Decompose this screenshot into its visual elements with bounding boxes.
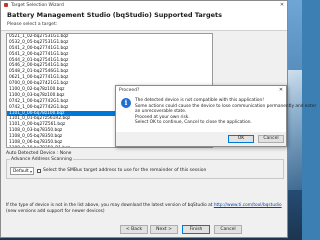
title-bar: Target Selection Wizard ✕ bbox=[1, 1, 287, 9]
dialog-title-bar: Proceed? ✕ bbox=[116, 86, 286, 94]
cancel-button[interactable]: Cancel bbox=[214, 225, 242, 234]
dialog-title: Proceed? bbox=[119, 87, 140, 93]
dialog-body: i The detected device is not compatible … bbox=[116, 94, 316, 134]
proceed-dialog: Proceed? ✕ i The detected device is not … bbox=[115, 85, 316, 147]
download-info: If the type of device is not in the list… bbox=[6, 203, 288, 215]
app-icon bbox=[4, 3, 8, 7]
back-button[interactable]: < Back bbox=[120, 225, 148, 234]
download-info-note: (new versions add support for newer devi… bbox=[6, 209, 105, 214]
dialog-ok-button[interactable]: OK bbox=[228, 135, 254, 143]
window-title: Target Selection Wizard bbox=[11, 2, 64, 8]
dialog-message-line: The detected device is not compatible wi… bbox=[135, 98, 264, 103]
chevron-down-icon: ▾ bbox=[29, 169, 32, 174]
next-button[interactable]: Next > bbox=[150, 225, 178, 234]
dialog-cancel-button[interactable]: Cancel bbox=[258, 135, 284, 143]
page-subtitle: Please select a target: bbox=[7, 22, 58, 27]
advance-address-scanning-group: Advance Address Scanning Default ▾ Selec… bbox=[6, 157, 284, 179]
bqstudio-link[interactable]: http://www.ti.com/tool/bqstudio bbox=[214, 203, 282, 208]
dialog-close-icon[interactable]: ✕ bbox=[276, 87, 286, 93]
page-title: Battery Management Studio (bqStudio) Sup… bbox=[7, 11, 223, 19]
close-icon[interactable]: ✕ bbox=[277, 2, 287, 8]
dialog-footer: OK Cancel bbox=[116, 132, 286, 146]
dialog-message: The detected device is not compatible wi… bbox=[135, 98, 316, 126]
address-select-value: Default bbox=[13, 169, 29, 174]
smbus-address-checkbox[interactable] bbox=[37, 169, 41, 173]
address-select[interactable]: Default ▾ bbox=[10, 167, 34, 175]
download-info-text: If the type of device is not in the list… bbox=[6, 203, 213, 208]
finish-button[interactable]: Finish bbox=[182, 225, 210, 234]
auto-detected-label: Auto Detected Device : None bbox=[6, 151, 72, 156]
group-legend: Advance Address Scanning bbox=[10, 157, 73, 162]
wizard-header: Battery Management Studio (bqStudio) Sup… bbox=[1, 9, 287, 31]
info-icon: i bbox=[121, 98, 131, 108]
dialog-message-line: Select OK to continue, Cancel to close t… bbox=[135, 120, 252, 126]
smbus-address-checkbox-label: Select the SMBus target address to use f… bbox=[43, 168, 207, 173]
wizard-button-bar: < Back Next > Finish Cancel bbox=[1, 225, 289, 235]
